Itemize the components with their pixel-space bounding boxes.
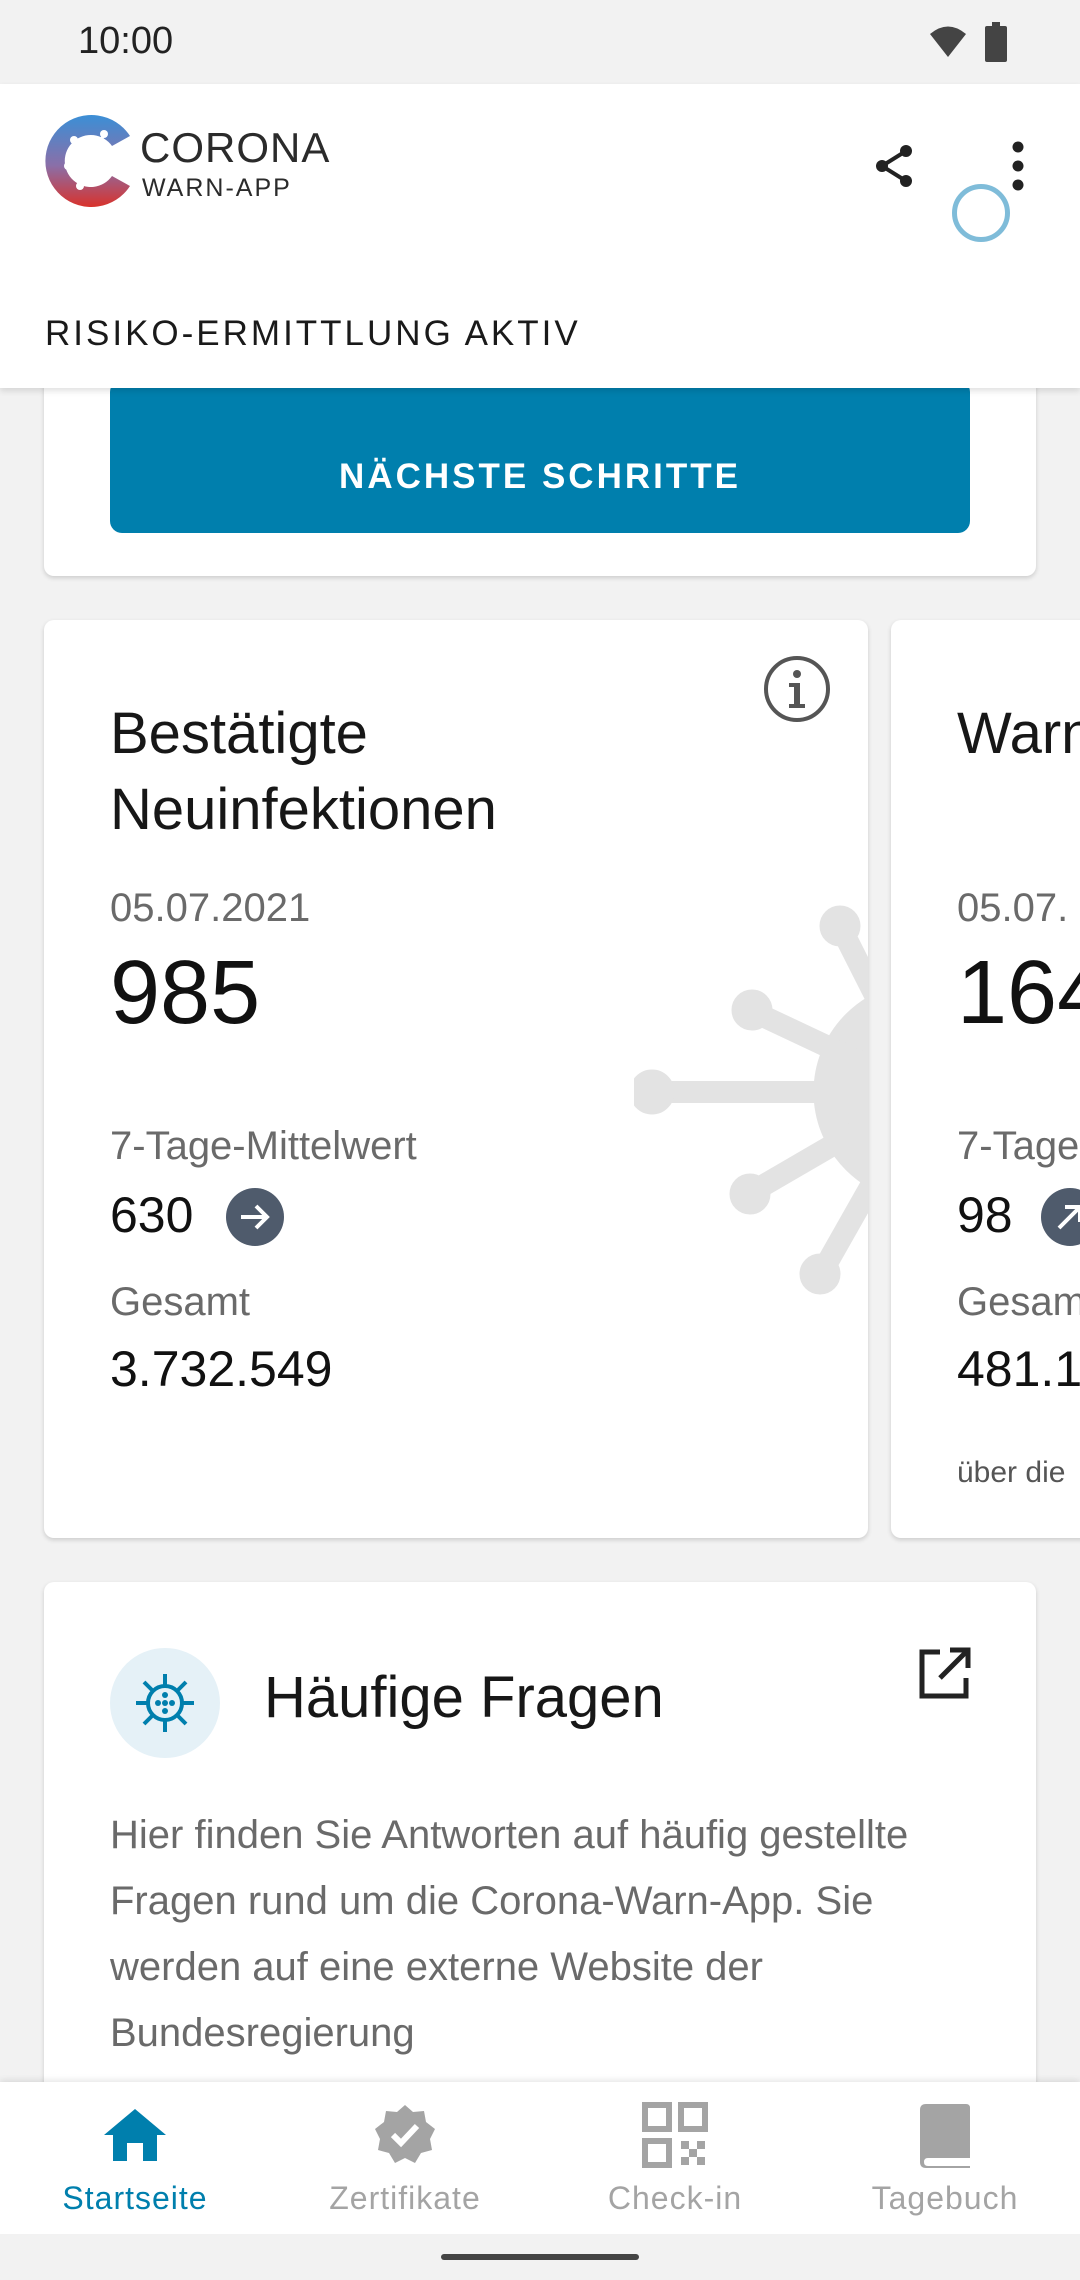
stat-average-label: 7-Tage-Mittelwert xyxy=(110,1124,417,1168)
stat-value: 985 xyxy=(110,943,261,1043)
nav-item-certificates[interactable]: Zertifikate xyxy=(270,2082,540,2234)
book-icon xyxy=(910,2100,980,2170)
risk-status-row[interactable]: RISIKO-ERMITTLUNG AKTIV xyxy=(0,274,1080,388)
stat-total-label: Gesam xyxy=(957,1280,1080,1324)
statistics-card-infections[interactable]: Bestätigte Neuinfektionen 05.07.2021 985… xyxy=(44,620,868,1538)
nav-item-home[interactable]: Startseite xyxy=(0,2082,270,2234)
info-button[interactable] xyxy=(762,654,832,724)
logo-title: CORONA xyxy=(140,124,331,171)
stat-title: Bestätigte Neuinfektionen xyxy=(110,701,497,842)
next-steps-button-label: NÄCHSTE SCHRITTE xyxy=(339,457,741,496)
virus-illustration-icon xyxy=(634,905,868,1295)
logo-subtitle: WARN-APP xyxy=(142,174,292,202)
stat-total-value: 3.732.549 xyxy=(110,1341,333,1397)
stat-average-label: 7-Tage xyxy=(957,1124,1080,1168)
stat-title: Warn xyxy=(957,701,1080,766)
nav-label: Tagebuch xyxy=(871,2180,1019,2216)
nav-label: Startseite xyxy=(62,2180,208,2216)
statistics-card-warnings[interactable]: Warn 05.07. 164 7-Tage 98 Gesam 481.1 üb… xyxy=(891,620,1080,1538)
bottom-navigation: Startseite Zertifikate Check-in Tagebuch xyxy=(0,2082,1080,2234)
stat-footnote: über die xyxy=(957,1456,1066,1489)
faq-title: Häufige Fragen xyxy=(264,1665,664,1730)
share-button[interactable] xyxy=(854,126,934,206)
status-time: 10:00 xyxy=(78,20,174,62)
verified-badge-icon xyxy=(370,2100,440,2170)
faq-description: Hier finden Sie Antworten auf häufig ges… xyxy=(110,1813,909,2055)
qr-code-icon xyxy=(640,2100,710,2170)
gesture-handle[interactable] xyxy=(441,2254,639,2260)
stat-total-value: 481.1 xyxy=(957,1341,1080,1397)
share-icon xyxy=(876,145,912,187)
stat-date: 05.07.2021 xyxy=(110,886,311,930)
trend-stable-arrow-icon xyxy=(226,1188,284,1246)
more-vert-icon xyxy=(1012,141,1024,191)
app-header: CORONA WARN-APP RISIKO-ERMITTLUNG AKTIV xyxy=(0,84,1080,388)
nav-label: Zertifikate xyxy=(329,2180,481,2216)
next-steps-button[interactable]: NÄCHSTE SCHRITTE xyxy=(110,380,970,533)
status-icons xyxy=(928,18,1008,66)
faq-virus-icon xyxy=(110,1648,220,1758)
stat-total-label: Gesamt xyxy=(110,1280,251,1324)
stat-average-value: 630 xyxy=(110,1187,194,1243)
nav-label: Check-in xyxy=(607,2180,743,2216)
info-icon xyxy=(764,656,830,722)
battery-icon xyxy=(985,22,1007,62)
trend-increasing-arrow-icon xyxy=(1041,1188,1080,1246)
corona-logo-icon xyxy=(45,115,130,207)
risk-status-label: RISIKO-ERMITTLUNG AKTIV xyxy=(45,314,581,353)
stat-value: 164 xyxy=(957,943,1080,1043)
status-bar: 10:00 xyxy=(0,0,1080,84)
nav-item-diary[interactable]: Tagebuch xyxy=(810,2082,1080,2234)
stat-date: 05.07. xyxy=(957,886,1069,930)
app-logo: CORONA WARN-APP xyxy=(42,110,402,214)
stat-average-value: 98 xyxy=(957,1187,1013,1243)
home-icon xyxy=(100,2100,170,2170)
loading-spinner-icon xyxy=(952,184,1010,242)
gesture-navigation-area xyxy=(0,2234,1080,2280)
nav-item-checkin[interactable]: Check-in xyxy=(540,2082,810,2234)
open-external-icon[interactable] xyxy=(914,1644,974,1704)
wifi-icon xyxy=(930,26,966,57)
